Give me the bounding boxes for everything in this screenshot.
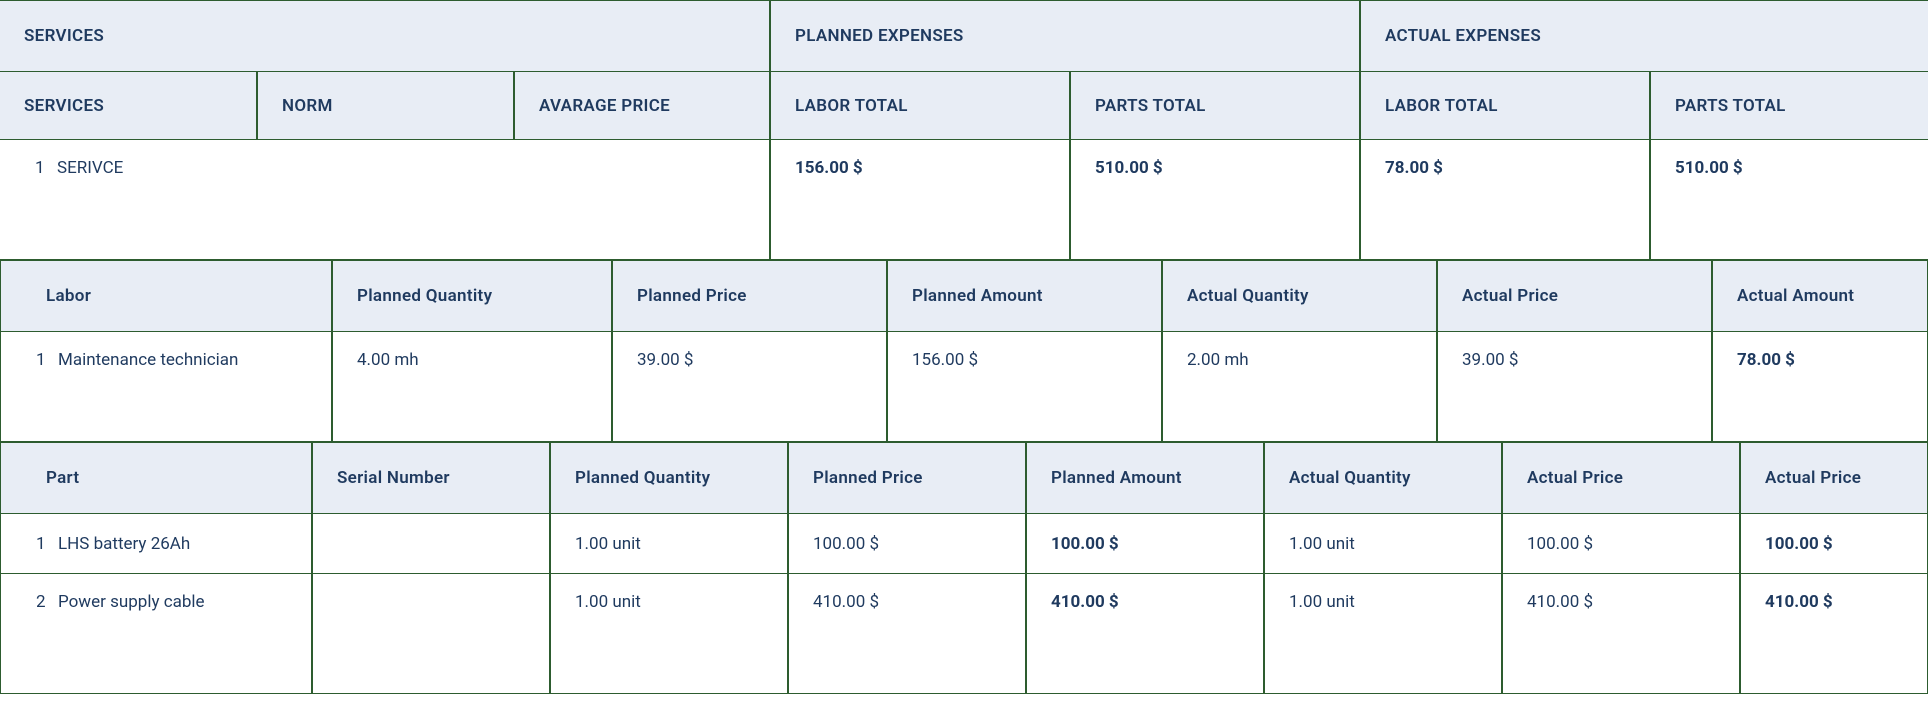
col-planned-labor-total: LABOR TOTAL <box>770 72 1070 140</box>
part-aq: 1.00 unit <box>1264 574 1502 694</box>
parts-header: Part Serial Number Planned Quantity Plan… <box>0 442 1928 514</box>
col-actual-labor-total: LABOR TOTAL <box>1360 72 1650 140</box>
part-name-cell: 2 Power supply cable <box>0 574 312 694</box>
col-part-aq: Actual Quantity <box>1264 442 1502 514</box>
col-labor-pq: Planned Quantity <box>332 260 612 332</box>
part-index: 1 <box>36 534 58 554</box>
col-part-pa: Planned Amount <box>1026 442 1264 514</box>
top-sub-header: SERVICES NORM AVARAGE PRICE LABOR TOTAL … <box>0 72 1928 140</box>
service-planned-labor: 156.00 $ <box>770 140 1070 260</box>
top-group-header: SERVICES PLANNED EXPENSES ACTUAL EXPENSE… <box>0 0 1928 72</box>
labor-aa: 78.00 $ <box>1712 332 1928 442</box>
col-services: SERVICES <box>0 72 257 140</box>
col-actual-parts-total: PARTS TOTAL <box>1650 72 1928 140</box>
labor-header: Labor Planned Quantity Planned Price Pla… <box>0 260 1928 332</box>
col-part-ap: Actual Price <box>1502 442 1740 514</box>
labor-row: 1 Maintenance technician 4.00 mh 39.00 $… <box>0 332 1928 442</box>
col-labor: Labor <box>0 260 332 332</box>
col-planned-group: PLANNED EXPENSES <box>770 0 1360 72</box>
col-norm: NORM <box>257 72 514 140</box>
labor-pq: 4.00 mh <box>332 332 612 442</box>
part-row: 1 LHS battery 26Ah 1.00 unit 100.00 $ 10… <box>0 514 1928 574</box>
part-pp: 410.00 $ <box>788 574 1026 694</box>
part-pa: 100.00 $ <box>1026 514 1264 574</box>
part-pq: 1.00 unit <box>550 514 788 574</box>
col-labor-aa: Actual Amount <box>1712 260 1928 332</box>
labor-name: Maintenance technician <box>58 350 238 370</box>
part-ap: 100.00 $ <box>1502 514 1740 574</box>
service-index: 1 <box>35 158 57 178</box>
col-labor-pp: Planned Price <box>612 260 887 332</box>
labor-index: 1 <box>36 350 58 370</box>
part-name: LHS battery 26Ah <box>58 534 190 554</box>
labor-name-cell: 1 Maintenance technician <box>0 332 332 442</box>
col-part-aa: Actual Price <box>1740 442 1928 514</box>
col-labor-aq: Actual Quantity <box>1162 260 1437 332</box>
labor-pp: 39.00 $ <box>612 332 887 442</box>
part-index: 2 <box>36 592 58 612</box>
part-pp: 100.00 $ <box>788 514 1026 574</box>
service-name-cell: 1 SERIVCE <box>0 140 770 260</box>
labor-aq: 2.00 mh <box>1162 332 1437 442</box>
part-aq: 1.00 unit <box>1264 514 1502 574</box>
part-sn <box>312 514 550 574</box>
part-pa: 410.00 $ <box>1026 574 1264 694</box>
part-sn <box>312 574 550 694</box>
col-services-group: SERVICES <box>0 0 770 72</box>
col-actual-group: ACTUAL EXPENSES <box>1360 0 1928 72</box>
col-part: Part <box>0 442 312 514</box>
part-name: Power supply cable <box>58 592 205 612</box>
service-actual-parts: 510.00 $ <box>1650 140 1928 260</box>
col-part-sn: Serial Number <box>312 442 550 514</box>
part-pq: 1.00 unit <box>550 574 788 694</box>
part-name-cell: 1 LHS battery 26Ah <box>0 514 312 574</box>
part-row: 2 Power supply cable 1.00 unit 410.00 $ … <box>0 574 1928 694</box>
col-part-pq: Planned Quantity <box>550 442 788 514</box>
service-row: 1 SERIVCE 156.00 $ 510.00 $ 78.00 $ 510.… <box>0 140 1928 260</box>
col-labor-ap: Actual Price <box>1437 260 1712 332</box>
part-ap: 410.00 $ <box>1502 574 1740 694</box>
part-aa: 100.00 $ <box>1740 514 1928 574</box>
part-aa: 410.00 $ <box>1740 574 1928 694</box>
labor-pa: 156.00 $ <box>887 332 1162 442</box>
expense-report: SERVICES PLANNED EXPENSES ACTUAL EXPENSE… <box>0 0 1928 694</box>
col-part-pp: Planned Price <box>788 442 1026 514</box>
service-planned-parts: 510.00 $ <box>1070 140 1360 260</box>
service-name: SERIVCE <box>57 158 123 178</box>
labor-ap: 39.00 $ <box>1437 332 1712 442</box>
col-labor-pa: Planned Amount <box>887 260 1162 332</box>
service-actual-labor: 78.00 $ <box>1360 140 1650 260</box>
col-planned-parts-total: PARTS TOTAL <box>1070 72 1360 140</box>
col-avg-price: AVARAGE PRICE <box>514 72 770 140</box>
